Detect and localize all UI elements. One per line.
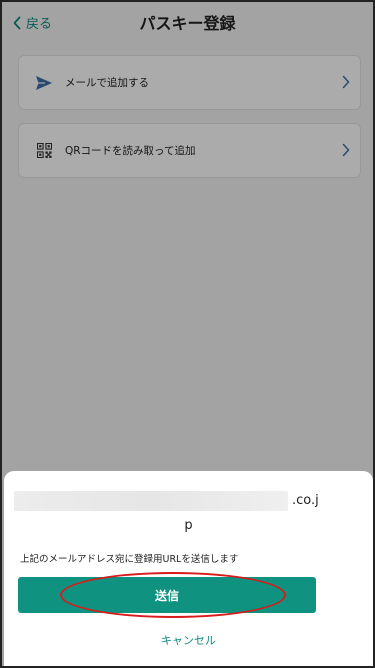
email-address: .co.j	[6, 491, 371, 511]
cancel-button[interactable]: キャンセル	[4, 632, 373, 648]
app-frame: 戻る パスキー登録 メールで追加する QRコードを読み取って追加 .co.j p…	[0, 0, 375, 668]
email-wrap-text: p	[184, 518, 193, 533]
send-notice: 上記のメールアドレス宛に登録用URLを送信します	[20, 554, 239, 565]
redacted-email-mask	[14, 491, 288, 511]
send-button[interactable]: 送信	[18, 577, 316, 613]
email-suffix: .co.j	[292, 493, 319, 508]
bottom-sheet: .co.j p 上記のメールアドレス宛に登録用URLを送信します 送信 キャンセ…	[4, 471, 373, 666]
